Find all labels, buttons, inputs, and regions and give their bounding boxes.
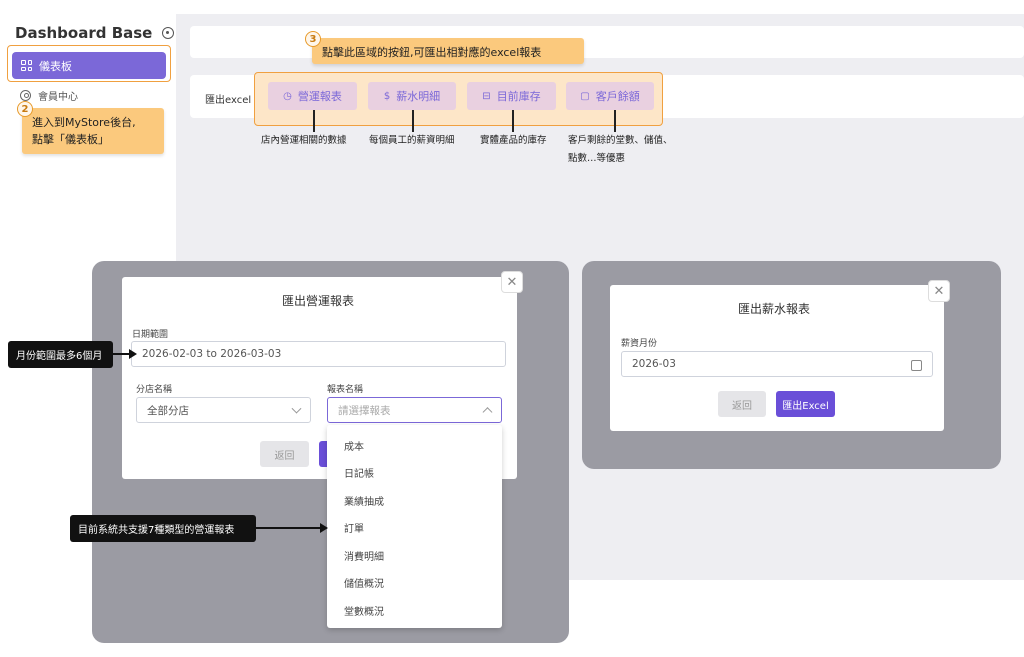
- button-label: 客戶餘額: [595, 90, 640, 103]
- export-ops-button[interactable]: ◷ 營運報表: [268, 82, 357, 110]
- close-icon[interactable]: ✕: [501, 271, 523, 293]
- sidebar-item-label: 會員中心: [38, 92, 78, 103]
- callout-text: 點擊「儀表板」: [32, 133, 109, 146]
- button-label: 匯出Excel: [782, 400, 829, 412]
- chevron-up-icon: [482, 407, 493, 418]
- wallet-icon: ▢: [580, 90, 590, 102]
- export-salary-button[interactable]: $ 薪水明細: [368, 82, 456, 110]
- sidebar-item-dashboard[interactable]: 儀表板: [12, 52, 166, 79]
- modal-title: 匯出薪水報表: [738, 302, 811, 316]
- select-placeholder: 請選擇報表: [338, 404, 391, 417]
- branch-label: 分店名稱: [136, 385, 173, 395]
- export-label: 匯出excel: [205, 95, 252, 106]
- grid-icon: [21, 60, 32, 71]
- sidebar-item-members[interactable]: 會員中心: [20, 88, 78, 103]
- button-label: 目前庫存: [496, 90, 541, 103]
- desc-inventory: 實體產品的庫存: [480, 135, 547, 146]
- callout-text: 目前系統共支援7種類型的營運報表: [78, 525, 235, 536]
- desc-balance: 客戶剩餘的堂數、儲值、 點數…等優惠: [568, 132, 673, 168]
- dollar-icon: $: [383, 90, 391, 102]
- dropdown-option[interactable]: 日記帳: [344, 465, 374, 480]
- input-value: 2026-02-03 to 2026-03-03: [142, 348, 282, 360]
- arrow-line: [256, 527, 322, 529]
- pointer-line: [512, 110, 514, 132]
- date-range-label: 日期範圍: [132, 330, 169, 340]
- button-label: 返回: [274, 450, 295, 462]
- back-button[interactable]: 返回: [260, 441, 309, 467]
- user-icon: [20, 90, 31, 101]
- callout-text: 進入到MyStore後台,: [32, 116, 136, 129]
- desc-ops: 店內營運相關的數據: [261, 135, 347, 146]
- salary-month-label: 薪資月份: [621, 339, 658, 349]
- arrow-head-icon: [129, 349, 137, 359]
- step3-badge: 3: [305, 31, 321, 47]
- chevron-down-icon: [291, 403, 302, 414]
- modal-title: 匯出營運報表: [282, 294, 355, 308]
- desc-line: 客戶剩餘的堂數、儲值、: [568, 135, 673, 146]
- month-range-callout: 月份範圍最多6個月: [8, 341, 113, 368]
- button-label: 薪水明細: [396, 90, 441, 103]
- desc-salary: 每個員工的薪資明細: [369, 135, 455, 146]
- pointer-line: [614, 110, 616, 132]
- select-value: 全部分店: [147, 404, 189, 417]
- export-inventory-button[interactable]: ⊟ 目前庫存: [467, 82, 556, 110]
- calendar-icon[interactable]: [911, 360, 922, 371]
- brand-title: Dashboard Base: [15, 24, 153, 42]
- export-balance-button[interactable]: ▢ 客戶餘額: [566, 82, 654, 110]
- close-icon[interactable]: ✕: [928, 280, 950, 302]
- export-excel-button[interactable]: 匯出Excel: [776, 391, 835, 417]
- dropdown-option[interactable]: 儲值概況: [344, 575, 384, 590]
- button-label: 營運報表: [297, 90, 342, 103]
- step2-callout: 進入到MyStore後台, 點擊「儀表板」: [22, 108, 164, 154]
- callout-text: 點擊此區域的按鈕,可匯出相對應的excel報表: [322, 46, 542, 59]
- sidebar-item-label: 儀表板: [39, 59, 72, 73]
- collapse-icon[interactable]: [162, 27, 175, 39]
- report-select[interactable]: 請選擇報表: [327, 397, 502, 423]
- report-dropdown: 成本 日記帳 業績抽成 訂單 消費明細 儲值概況 堂數概況: [327, 425, 502, 628]
- dropdown-option[interactable]: 業績抽成: [344, 493, 384, 508]
- pointer-line: [313, 110, 315, 132]
- step2-badge: 2: [17, 101, 33, 117]
- dropdown-option[interactable]: 消費明細: [344, 548, 384, 563]
- button-label: 返回: [732, 400, 752, 412]
- box-icon: ⊟: [482, 90, 491, 102]
- branch-select[interactable]: 全部分店: [136, 397, 311, 423]
- date-range-input[interactable]: 2026-02-03 to 2026-03-03: [131, 341, 506, 367]
- brand: Dashboard Base: [15, 24, 175, 42]
- dropdown-option[interactable]: 堂數概況: [344, 603, 384, 618]
- desc-line: 點數…等優惠: [568, 153, 626, 164]
- dropdown-option[interactable]: 訂單: [344, 520, 364, 535]
- report-label: 報表名稱: [327, 385, 364, 395]
- dropdown-option[interactable]: 成本: [344, 438, 364, 453]
- back-button[interactable]: 返回: [718, 391, 766, 417]
- arrow-head-icon: [320, 523, 328, 533]
- report-types-callout: 目前系統共支援7種類型的營運報表: [70, 515, 256, 542]
- callout-text: 月份範圍最多6個月: [16, 351, 103, 362]
- salary-month-input[interactable]: 2026-03: [621, 351, 933, 377]
- clock-icon: ◷: [283, 90, 292, 102]
- input-value: 2026-03: [632, 358, 676, 370]
- pointer-line: [412, 110, 414, 132]
- step3-callout: 點擊此區域的按鈕,可匯出相對應的excel報表: [312, 38, 584, 64]
